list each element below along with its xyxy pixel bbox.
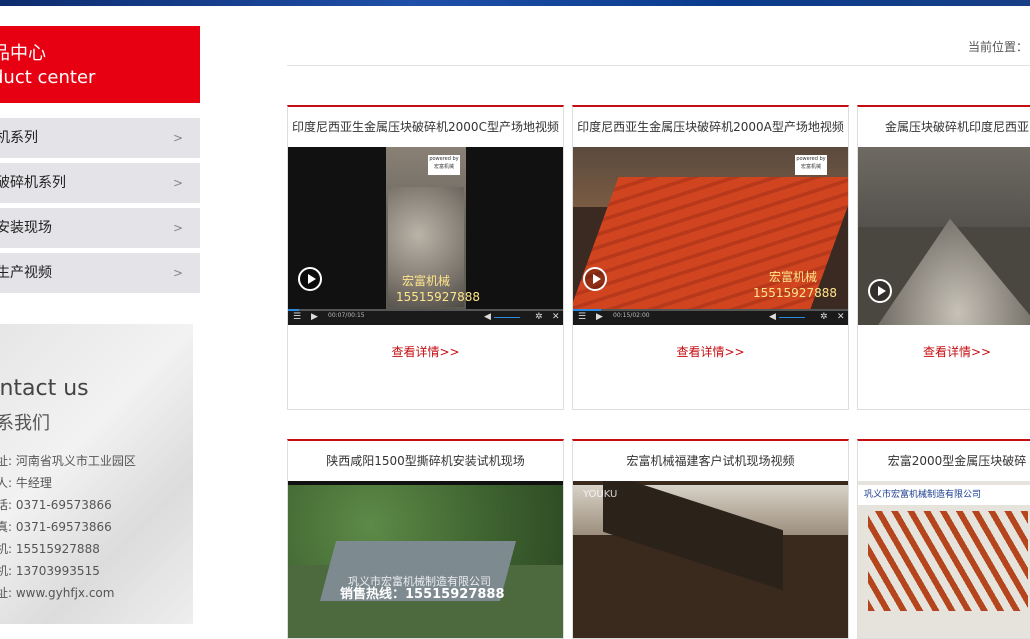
video-controls[interactable]: ☰ ▶ 00:15/02:00 ◀ ✲ ✕ [573, 309, 848, 325]
contact-title-en: ontact us [0, 376, 89, 401]
play-icon[interactable] [583, 267, 607, 291]
volume-slider[interactable] [494, 317, 520, 318]
video-player[interactable]: powered by 宏富机械 宏富机械 15515927888 ☰ ▶ 00:… [288, 147, 563, 325]
fullscreen-icon[interactable]: ✕ [837, 311, 845, 323]
chevron-right-icon: > [172, 176, 183, 190]
breadcrumb: 当前位置： [968, 40, 1029, 54]
video-watermark: 销售热线：15515927888 [340, 587, 505, 602]
divider [287, 65, 1030, 66]
video-title[interactable]: 印度尼西亚生金属压块破碎机2000C型产场地视频 [288, 107, 563, 147]
video-title[interactable]: 宏富机械福建客户试机现场视频 [573, 441, 848, 481]
video-card[interactable]: 宏富机械福建客户试机现场视频 YOUKU [572, 439, 849, 639]
video-title[interactable]: 陕西咸阳1500型撕碎机安装试机现场 [288, 441, 563, 481]
settings-icon[interactable]: ✲ [535, 311, 543, 323]
video-time: 00:15/02:00 [613, 312, 650, 319]
menu-icon[interactable]: ☰ [578, 311, 586, 323]
contact-panel: ontact us 系我们 址: 河南省巩义市工业园区 人: 牛经理 话: 03… [0, 324, 193, 624]
video-card[interactable]: 宏富2000型金属压块破碎 巩义市宏富机械制造有限公司 [857, 439, 1030, 639]
video-card[interactable]: 印度尼西亚生金属压块破碎机2000C型产场地视频 powered by 宏富机械… [287, 105, 564, 410]
video-watermark: 宏富机械 15515927888 [753, 270, 837, 300]
video-time: 00:07/00:15 [328, 312, 365, 319]
sidebar-item-series[interactable]: 机系列 > [0, 118, 200, 158]
volume-icon[interactable]: ◀ [484, 311, 491, 323]
sidebar-item-label: 安装现场 [0, 220, 52, 236]
video-title[interactable]: 金属压块破碎机印度尼西亚 [858, 107, 1030, 147]
contact-phone: 话: 0371-69573866 [0, 498, 112, 512]
play-icon[interactable] [868, 279, 892, 303]
chevron-right-icon: > [172, 131, 183, 145]
video-controls[interactable]: ☰ ▶ 00:07/00:15 ◀ ✲ ✕ [288, 309, 563, 325]
youku-logo: YOUKU [583, 489, 618, 500]
video-watermark: 宏富机械 15515927888 [396, 274, 480, 304]
steel-structure [868, 511, 1028, 611]
sidebar-item-label: 生产视频 [0, 265, 52, 281]
sidebar-item-production-video[interactable]: 生产视频 > [0, 253, 200, 293]
play-small-icon[interactable]: ▶ [311, 311, 318, 323]
brand-logo: 巩义市宏富机械制造有限公司 [864, 490, 982, 500]
video-player[interactable]: 巩义市宏富机械制造有限公司 销售热线：15515927888 [288, 481, 563, 638]
sidebar-item-crusher-series[interactable]: 破碎机系列 > [0, 163, 200, 203]
progress-bar[interactable] [288, 309, 563, 311]
video-player[interactable]: powered by 宏富机械 宏富机械 15515927888 ☰ ▶ 00:… [573, 147, 848, 325]
view-details-link[interactable]: 查看详情>> [573, 343, 848, 360]
video-card[interactable]: 金属压块破碎机印度尼西亚 查看详情>> [857, 105, 1030, 410]
sidebar-item-installation-site[interactable]: 安装现场 > [0, 208, 200, 248]
video-player[interactable]: YOUKU [573, 481, 848, 638]
menu-icon[interactable]: ☰ [293, 311, 301, 323]
top-banner-strip [0, 0, 1030, 6]
product-center-header: 品中心 duct center [0, 26, 200, 103]
brand-logo: powered by 宏富机械 [795, 155, 827, 175]
contact-address: 址: 河南省巩义市工业园区 [0, 454, 136, 468]
contact-mobile-2: 机: 13703993515 [0, 564, 100, 578]
video-title[interactable]: 宏富2000型金属压块破碎 [858, 441, 1030, 481]
contact-title-cn: 系我们 [0, 413, 50, 434]
chevron-right-icon: > [172, 221, 183, 235]
sidebar-item-label: 机系列 [0, 130, 38, 146]
chevron-right-icon: > [172, 266, 183, 280]
video-card[interactable]: 陕西咸阳1500型撕碎机安装试机现场 巩义市宏富机械制造有限公司 销售热线：15… [287, 439, 564, 639]
brand-logo: powered by 宏富机械 [428, 155, 460, 175]
video-player[interactable] [858, 147, 1030, 325]
video-card[interactable]: 印度尼西亚生金属压块破碎机2000A型产场地视频 powered by 宏富机械… [572, 105, 849, 410]
settings-icon[interactable]: ✲ [820, 311, 828, 323]
contact-website[interactable]: 址: www.gyhfjx.com [0, 584, 114, 601]
contact-mobile-1: 机: 15515927888 [0, 542, 100, 556]
progress-bar[interactable] [573, 309, 848, 311]
play-icon[interactable] [298, 267, 322, 291]
sidebar-item-label: 破碎机系列 [0, 175, 66, 191]
contact-person: 人: 牛经理 [0, 476, 52, 490]
fullscreen-icon[interactable]: ✕ [552, 311, 560, 323]
view-details-link[interactable]: 查看详情>> [858, 343, 1030, 360]
video-player[interactable]: 巩义市宏富机械制造有限公司 [858, 481, 1030, 638]
volume-icon[interactable]: ◀ [769, 311, 776, 323]
view-details-link[interactable]: 查看详情>> [288, 343, 563, 360]
play-small-icon[interactable]: ▶ [596, 311, 603, 323]
product-center-title-en: duct center [0, 67, 96, 88]
product-center-title-cn: 品中心 [0, 43, 46, 64]
contact-fax: 真: 0371-69573866 [0, 520, 112, 534]
volume-slider[interactable] [779, 317, 805, 318]
video-title[interactable]: 印度尼西亚生金属压块破碎机2000A型产场地视频 [573, 107, 848, 147]
video-frame [858, 147, 1030, 227]
